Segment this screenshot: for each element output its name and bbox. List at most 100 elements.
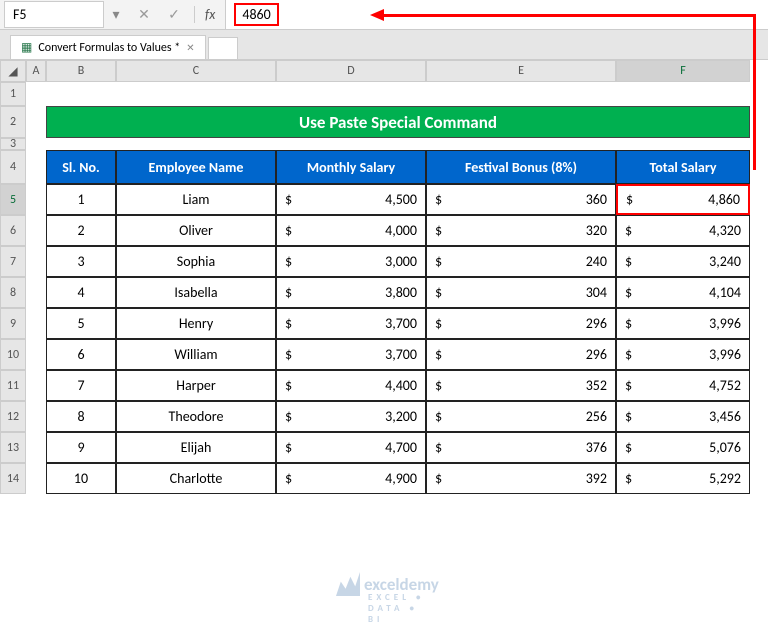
cell-name[interactable]: William — [116, 339, 276, 370]
cell-name[interactable]: Sophia — [116, 246, 276, 277]
cell-total[interactable]: $4,860 — [616, 184, 750, 215]
cell-name[interactable]: Oliver — [116, 215, 276, 246]
table-header-row: Sl. No. Employee Name Monthly Salary Fes… — [26, 150, 768, 184]
table-row: 3Sophia$3,000$240$3,240 — [26, 246, 768, 277]
row-header-10[interactable]: 10 — [0, 339, 26, 370]
cell-name[interactable]: Henry — [116, 308, 276, 339]
cell-monthly[interactable]: $4,500 — [276, 184, 426, 215]
row-header-13[interactable]: 13 — [0, 432, 26, 463]
cell-sl[interactable]: 8 — [46, 401, 116, 432]
cell-sl[interactable]: 5 — [46, 308, 116, 339]
header-name: Employee Name — [116, 150, 276, 184]
cell-name[interactable]: Elijah — [116, 432, 276, 463]
select-all-corner[interactable]: ◢ — [0, 60, 26, 82]
row-header-2[interactable]: 2 — [0, 106, 26, 138]
annotation-arrow-head — [370, 9, 384, 21]
row-header-3[interactable]: 3 — [0, 138, 26, 150]
cell-sl[interactable]: 7 — [46, 370, 116, 401]
table-row: 1Liam$4,500$360$4,860 — [26, 184, 768, 215]
annotation-arrow-horizontal — [384, 14, 754, 17]
row-header-7[interactable]: 7 — [0, 246, 26, 277]
cell-bonus[interactable]: $256 — [426, 401, 616, 432]
cell-total[interactable]: $4,104 — [616, 277, 750, 308]
col-header-F[interactable]: F — [616, 60, 750, 82]
cell-total[interactable]: $4,320 — [616, 215, 750, 246]
sheet-content[interactable]: Use Paste Special Command Sl. No. Employ… — [26, 82, 768, 494]
row-headers: ◢ 1 2 3 4 5 6 7 8 9 10 11 12 13 14 — [0, 60, 26, 494]
row-header-9[interactable]: 9 — [0, 308, 26, 339]
name-box[interactable]: F5 — [4, 1, 104, 28]
col-header-A[interactable]: A — [26, 60, 46, 82]
table-row: 7Harper$4,400$352$4,752 — [26, 370, 768, 401]
cell-monthly[interactable]: $4,700 — [276, 432, 426, 463]
cell-name[interactable]: Charlotte — [116, 463, 276, 494]
header-bonus: Festival Bonus (8%) — [426, 150, 616, 184]
fx-icon[interactable]: fx — [194, 6, 225, 23]
col-header-B[interactable]: B — [46, 60, 116, 82]
col-header-D[interactable]: D — [276, 60, 426, 82]
row-header-6[interactable]: 6 — [0, 215, 26, 246]
cell-bonus[interactable]: $296 — [426, 339, 616, 370]
header-sl: Sl. No. — [46, 150, 116, 184]
col-header-E[interactable]: E — [426, 60, 616, 82]
table-row: 4Isabella$3,800$304$4,104 — [26, 277, 768, 308]
cell-monthly[interactable]: $4,000 — [276, 215, 426, 246]
row-header-8[interactable]: 8 — [0, 277, 26, 308]
cell-total[interactable]: $3,996 — [616, 308, 750, 339]
cell-sl[interactable]: 1 — [46, 184, 116, 215]
new-tab-button[interactable] — [208, 37, 238, 59]
cancel-icon[interactable]: ✕ — [136, 6, 152, 23]
cell-bonus[interactable]: $304 — [426, 277, 616, 308]
header-monthly: Monthly Salary — [276, 150, 426, 184]
cell-bonus[interactable]: $352 — [426, 370, 616, 401]
name-box-dropdown[interactable]: ▾ — [108, 6, 124, 23]
row-header-4[interactable]: 4 — [0, 150, 26, 184]
cell-sl[interactable]: 10 — [46, 463, 116, 494]
row-header-12[interactable]: 12 — [0, 401, 26, 432]
tab-close-icon[interactable]: ✕ — [186, 41, 194, 54]
cell-monthly[interactable]: $4,900 — [276, 463, 426, 494]
cell-total[interactable]: $3,996 — [616, 339, 750, 370]
header-total: Total Salary — [616, 150, 750, 184]
cell-sl[interactable]: 3 — [46, 246, 116, 277]
workbook-tab[interactable]: ▦ Convert Formulas to Values * ✕ — [10, 35, 206, 59]
cell-bonus[interactable]: $376 — [426, 432, 616, 463]
cell-name[interactable]: Theodore — [116, 401, 276, 432]
row-header-14[interactable]: 14 — [0, 463, 26, 494]
cell-total[interactable]: $5,076 — [616, 432, 750, 463]
cell-bonus[interactable]: $240 — [426, 246, 616, 277]
cell-bonus[interactable]: $296 — [426, 308, 616, 339]
cell-total[interactable]: $3,240 — [616, 246, 750, 277]
table-row: 2Oliver$4,000$320$4,320 — [26, 215, 768, 246]
col-header-C[interactable]: C — [116, 60, 276, 82]
cell-name[interactable]: Liam — [116, 184, 276, 215]
cell-total[interactable]: $5,292 — [616, 463, 750, 494]
cell-monthly[interactable]: $4,400 — [276, 370, 426, 401]
cell-bonus[interactable]: $360 — [426, 184, 616, 215]
column-headers: A B C D E F — [26, 60, 768, 82]
cell-name[interactable]: Harper — [116, 370, 276, 401]
cell-total[interactable]: $3,456 — [616, 401, 750, 432]
cell-sl[interactable]: 4 — [46, 277, 116, 308]
cell-name[interactable]: Isabella — [116, 277, 276, 308]
row-header-11[interactable]: 11 — [0, 370, 26, 401]
cell-monthly[interactable]: $3,800 — [276, 277, 426, 308]
table-row: 6William$3,700$296$3,996 — [26, 339, 768, 370]
row-header-1[interactable]: 1 — [0, 82, 26, 106]
cell-bonus[interactable]: $320 — [426, 215, 616, 246]
enter-icon[interactable]: ✓ — [166, 6, 182, 23]
cell-sl[interactable]: 9 — [46, 432, 116, 463]
cell-monthly[interactable]: $3,200 — [276, 401, 426, 432]
row-header-5[interactable]: 5 — [0, 184, 26, 215]
cell-sl[interactable]: 6 — [46, 339, 116, 370]
cell-monthly[interactable]: $3,000 — [276, 246, 426, 277]
table-row: 5Henry$3,700$296$3,996 — [26, 308, 768, 339]
cell-bonus[interactable]: $392 — [426, 463, 616, 494]
watermark-icon — [336, 572, 360, 596]
cell-sl[interactable]: 2 — [46, 215, 116, 246]
cell-monthly[interactable]: $3,700 — [276, 339, 426, 370]
cell-monthly[interactable]: $3,700 — [276, 308, 426, 339]
formula-bar-controls: ✕ ✓ — [124, 6, 194, 23]
cell-total[interactable]: $4,752 — [616, 370, 750, 401]
formula-value-highlight: 4860 — [234, 3, 278, 26]
